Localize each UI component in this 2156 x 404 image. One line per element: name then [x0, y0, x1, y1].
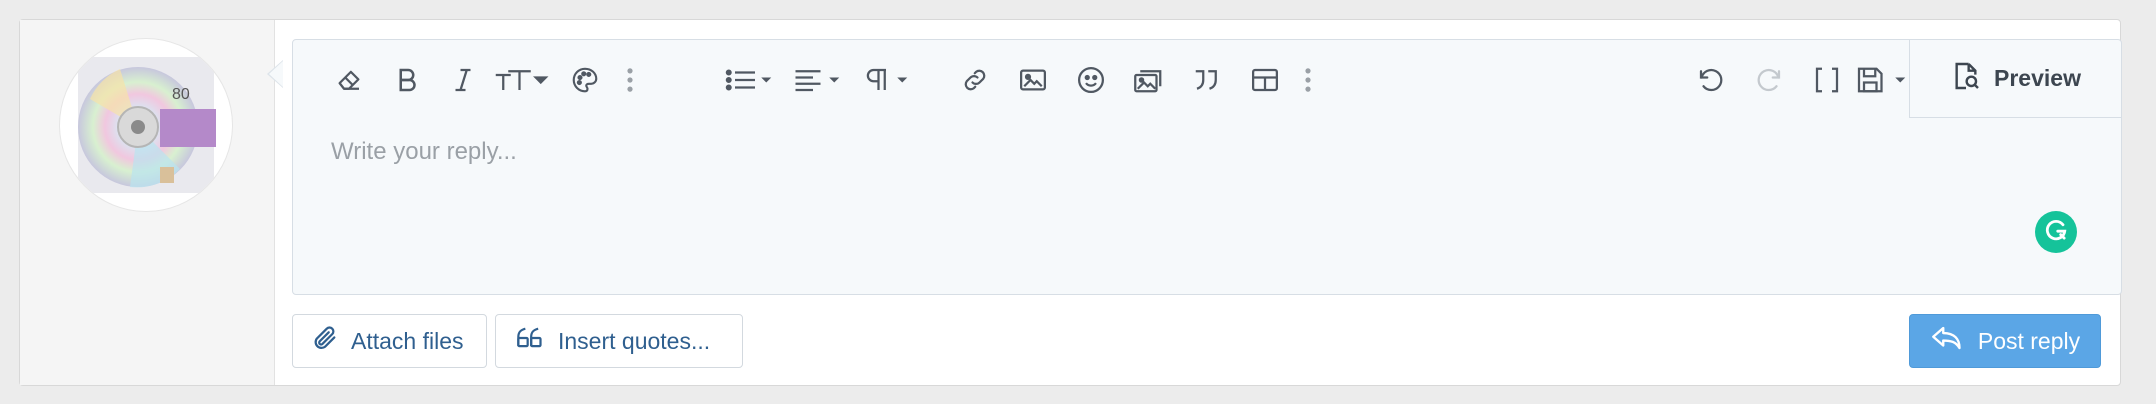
- text-size-icon: [493, 65, 551, 95]
- rich-text-editor: Preview: [292, 39, 2122, 295]
- preview-button[interactable]: Preview: [1909, 40, 2121, 118]
- list-icon: [725, 65, 775, 95]
- avatar-image: 80: [78, 57, 216, 193]
- alignment-button[interactable]: [791, 58, 845, 102]
- insert-quotes-label: Insert quotes...: [558, 327, 711, 354]
- insert-link-button[interactable]: [953, 58, 997, 102]
- font-size-button[interactable]: [491, 58, 553, 102]
- reply-form: 80 Preview Write your reply... Attach fi…: [19, 19, 2122, 386]
- palette-icon: [570, 65, 600, 95]
- quotes-icon: [514, 324, 546, 358]
- more-text-button[interactable]: [615, 58, 645, 102]
- eraser-icon: [334, 65, 364, 95]
- bold-button[interactable]: [385, 58, 429, 102]
- table-icon: [1250, 65, 1280, 95]
- image-icon: [1018, 65, 1048, 95]
- grammarly-icon: [2042, 216, 2070, 249]
- toggle-bbcode-icon: [1812, 65, 1842, 95]
- undo-icon: [1696, 65, 1726, 95]
- redo-button[interactable]: [1747, 58, 1791, 102]
- link-icon: [960, 65, 990, 95]
- media-icon: [1132, 65, 1166, 95]
- avatar-badge: 80: [172, 86, 190, 103]
- drafts-button[interactable]: [1853, 58, 1915, 102]
- reply-icon: [1930, 323, 1964, 359]
- insert-table-button[interactable]: [1243, 58, 1287, 102]
- preview-icon: [1950, 60, 1982, 98]
- quote-icon: [1192, 65, 1222, 95]
- bold-icon: [394, 65, 420, 95]
- insert-media-button[interactable]: [1127, 58, 1171, 102]
- text-color-button[interactable]: [563, 58, 607, 102]
- list-button[interactable]: [723, 58, 777, 102]
- redo-icon: [1754, 65, 1784, 95]
- save-icon: [1855, 65, 1913, 95]
- more-insert-button[interactable]: [1293, 58, 1323, 102]
- remove-format-button[interactable]: [327, 58, 371, 102]
- quote-button[interactable]: [1185, 58, 1229, 102]
- editor-pointer: [267, 60, 283, 88]
- smiley-icon: [1076, 65, 1106, 95]
- paperclip-icon: [311, 324, 339, 358]
- paragraph-icon: [861, 65, 911, 95]
- editor-toolbar: Preview: [293, 40, 2121, 118]
- toggle-bbcode-button[interactable]: [1805, 58, 1849, 102]
- avatar[interactable]: 80: [60, 39, 232, 211]
- reply-input[interactable]: [329, 136, 2033, 270]
- smilies-button[interactable]: [1069, 58, 1113, 102]
- grammarly-button[interactable]: [2035, 211, 2077, 253]
- insert-quotes-button[interactable]: Insert quotes...: [495, 314, 743, 368]
- more-vertical-icon: [626, 67, 634, 93]
- paragraph-button[interactable]: [859, 58, 913, 102]
- undo-button[interactable]: [1689, 58, 1733, 102]
- avatar-column: 80: [20, 20, 275, 385]
- preview-label: Preview: [1994, 65, 2081, 91]
- insert-image-button[interactable]: [1011, 58, 1055, 102]
- attach-files-label: Attach files: [351, 327, 464, 354]
- post-reply-button[interactable]: Post reply: [1909, 314, 2101, 368]
- attach-files-button[interactable]: Attach files: [292, 314, 487, 368]
- italic-icon: [452, 65, 474, 95]
- align-left-icon: [793, 65, 843, 95]
- italic-button[interactable]: [443, 58, 483, 102]
- post-reply-label: Post reply: [1977, 327, 2081, 354]
- more-vertical-icon: [1304, 67, 1312, 93]
